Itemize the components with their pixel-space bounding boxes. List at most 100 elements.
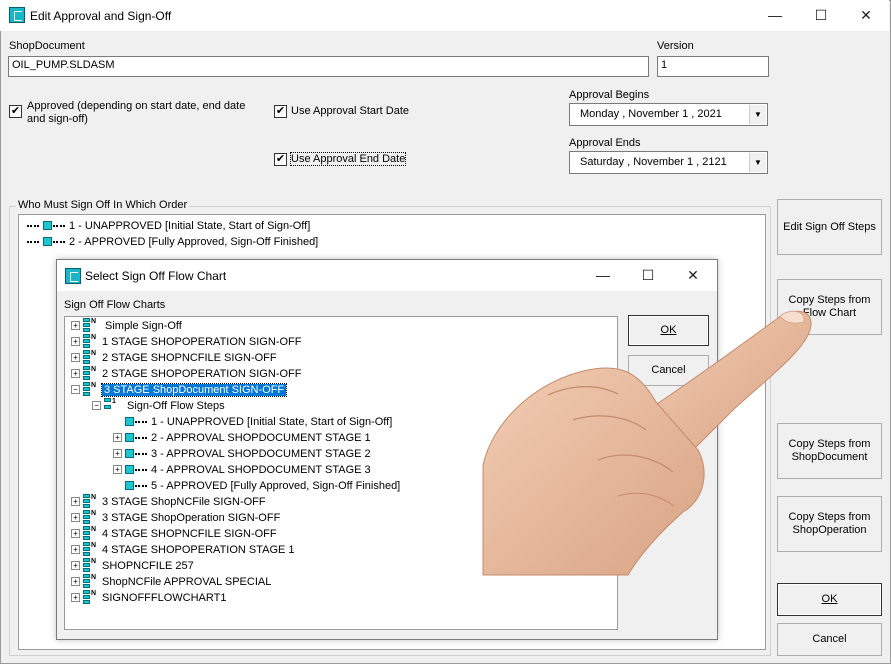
collapse-icon[interactable]: −: [71, 385, 80, 394]
expand-icon[interactable]: +: [71, 369, 80, 378]
use-end-date-label: Use Approval End Date: [289, 152, 407, 166]
flowchart-icon: N: [83, 590, 97, 605]
flowchart-node[interactable]: + N ShopNCFile APPROVAL SPECIAL: [71, 574, 271, 589]
flowchart-icon: N: [83, 494, 97, 509]
step-node-icon: [125, 465, 134, 474]
flowchart-node[interactable]: + N SIGNOFFFLOWCHART1: [71, 590, 226, 605]
minimize-button[interactable]: —: [752, 0, 798, 31]
tree-connector: [135, 452, 147, 455]
flowchart-node[interactable]: + N 2 STAGE SHOPOPERATION SIGN-OFF: [71, 366, 301, 381]
expand-icon[interactable]: +: [71, 353, 80, 362]
flowchart-icon: N: [83, 542, 97, 557]
use-start-date-checkbox[interactable]: ✔: [274, 105, 287, 118]
approved-checkbox[interactable]: ✔: [9, 105, 22, 118]
flowchart-node-label: 4 STAGE SHOPOPERATION STAGE 1: [102, 543, 295, 556]
flowchart-icon: N: [83, 334, 97, 349]
signoff-order-item[interactable]: 2 - APPROVED [Fully Approved, Sign-Off F…: [27, 234, 318, 249]
approved-label-line1: Approved (depending on start date, end d…: [27, 100, 246, 112]
chevron-down-icon[interactable]: ▼: [749, 153, 766, 172]
expand-icon[interactable]: +: [71, 545, 80, 554]
flowcharts-list-label: Sign Off Flow Charts: [64, 299, 166, 311]
dialog-maximize-button[interactable]: ☐: [625, 260, 671, 291]
flowchart-node[interactable]: + N 4 STAGE SHOPNCFILE SIGN-OFF: [71, 526, 277, 541]
use-end-date-checkbox[interactable]: ✔: [274, 153, 287, 166]
tree-connector: [135, 468, 147, 471]
app-icon: [9, 7, 25, 23]
signoff-order-item-label: 1 - UNAPPROVED [Initial State, Start of …: [69, 219, 311, 232]
flowchart-icon: N: [83, 574, 97, 589]
step-node-label: 3 - APPROVAL SHOPDOCUMENT STAGE 2: [151, 447, 371, 460]
tree-connector: [53, 224, 65, 227]
step-node[interactable]: 5 - APPROVED [Fully Approved, Sign-Off F…: [113, 478, 400, 493]
step-node-icon: [43, 221, 52, 230]
flowchart-node[interactable]: + N 3 STAGE ShopOperation SIGN-OFF: [71, 510, 280, 525]
ok-button[interactable]: OK: [777, 583, 882, 616]
approval-ends-label: Approval Ends: [569, 137, 641, 149]
step-node-label: 1 - UNAPPROVED [Initial State, Start of …: [151, 415, 393, 428]
dialog-title: Select Sign Off Flow Chart: [85, 269, 227, 283]
approval-begins-value: Monday , November 1 , 2021: [580, 108, 722, 120]
approved-label-line2: and sign-off): [27, 113, 88, 125]
signoff-order-item[interactable]: 1 - UNAPPROVED [Initial State, Start of …: [27, 218, 310, 233]
collapse-icon[interactable]: −: [92, 401, 101, 410]
flowchart-icon: N: [83, 382, 97, 397]
expand-icon[interactable]: +: [71, 321, 80, 330]
tree-connector: [135, 484, 147, 487]
flowchart-node-label: 4 STAGE SHOPNCFILE SIGN-OFF: [102, 527, 277, 540]
step-node[interactable]: 1 - UNAPPROVED [Initial State, Start of …: [113, 414, 392, 429]
edit-sign-off-steps-button[interactable]: Edit Sign Off Steps: [777, 199, 882, 255]
step-node-label: 4 - APPROVAL SHOPDOCUMENT STAGE 3: [151, 463, 371, 476]
maximize-button[interactable]: ☐: [798, 0, 844, 31]
approval-begins-datepicker[interactable]: Monday , November 1 , 2021 ▼: [569, 103, 768, 126]
step-node[interactable]: +2 - APPROVAL SHOPDOCUMENT STAGE 1: [113, 430, 371, 445]
expand-icon[interactable]: +: [71, 497, 80, 506]
expand-icon[interactable]: +: [113, 433, 122, 442]
expand-icon[interactable]: +: [71, 593, 80, 602]
shopdocument-field[interactable]: OIL_PUMP.SLDASM: [8, 56, 649, 77]
flowchart-node-label: 1 STAGE SHOPOPERATION SIGN-OFF: [102, 335, 302, 348]
dialog-app-icon: [65, 268, 81, 284]
pointing-hand-image: [482, 310, 812, 576]
tree-connector: [53, 240, 65, 243]
expand-icon[interactable]: +: [113, 465, 122, 474]
flowchart-icon: N: [83, 350, 97, 365]
flowchart-icon: N: [83, 318, 97, 333]
step-node-icon: [43, 237, 52, 246]
flowchart-node-label: 2 STAGE SHOPNCFILE SIGN-OFF: [102, 351, 277, 364]
version-field[interactable]: 1: [657, 56, 769, 77]
expand-icon[interactable]: +: [71, 513, 80, 522]
step-node[interactable]: +4 - APPROVAL SHOPDOCUMENT STAGE 3: [113, 462, 371, 477]
approval-ends-datepicker[interactable]: Saturday , November 1 , 2121 ▼: [569, 151, 768, 174]
chevron-down-icon[interactable]: ▼: [749, 105, 766, 124]
approval-ends-value: Saturday , November 1 , 2121: [580, 156, 727, 168]
flowchart-node-selected[interactable]: − N 3 STAGE ShopDocument SIGN-OFF: [71, 382, 288, 397]
flowchart-node[interactable]: + N 4 STAGE SHOPOPERATION STAGE 1: [71, 542, 295, 557]
signoff-order-item-label: 2 - APPROVED [Fully Approved, Sign-Off F…: [69, 235, 319, 248]
dialog-minimize-button[interactable]: —: [580, 260, 626, 291]
flow-steps-node[interactable]: −1 Sign-Off Flow Steps: [92, 398, 225, 413]
dialog-close-button[interactable]: ✕: [670, 260, 716, 291]
cancel-button[interactable]: Cancel: [777, 623, 882, 656]
ok-button-label: OK: [821, 593, 838, 605]
expand-icon[interactable]: +: [71, 337, 80, 346]
flowchart-node-label: ShopNCFile APPROVAL SPECIAL: [102, 575, 272, 588]
flowchart-node[interactable]: + N 3 STAGE ShopNCFile SIGN-OFF: [71, 494, 266, 509]
expand-icon[interactable]: +: [71, 577, 80, 586]
step-node-icon: [125, 433, 134, 442]
flowchart-node[interactable]: + N SHOPNCFILE 257: [71, 558, 194, 573]
expand-icon[interactable]: +: [71, 529, 80, 538]
step-node-icon: [125, 449, 134, 458]
expand-icon[interactable]: +: [71, 561, 80, 570]
cancel-button-label: Cancel: [812, 633, 847, 645]
step-node-icon: [125, 481, 134, 490]
flowchart-node-label: SIGNOFFFLOWCHART1: [102, 591, 227, 604]
close-button[interactable]: ✕: [843, 0, 889, 31]
expand-icon[interactable]: +: [113, 449, 122, 458]
flowchart-node-label: 2 STAGE SHOPOPERATION SIGN-OFF: [102, 367, 302, 380]
step-node[interactable]: +3 - APPROVAL SHOPDOCUMENT STAGE 2: [113, 446, 371, 461]
steps-icon: 1: [104, 398, 118, 413]
flowchart-node[interactable]: + N Simple Sign-Off: [71, 318, 182, 333]
flowchart-node[interactable]: + N 1 STAGE SHOPOPERATION SIGN-OFF: [71, 334, 301, 349]
flow-steps-label: Sign-Off Flow Steps: [127, 399, 225, 412]
flowchart-node[interactable]: + N 2 STAGE SHOPNCFILE SIGN-OFF: [71, 350, 277, 365]
